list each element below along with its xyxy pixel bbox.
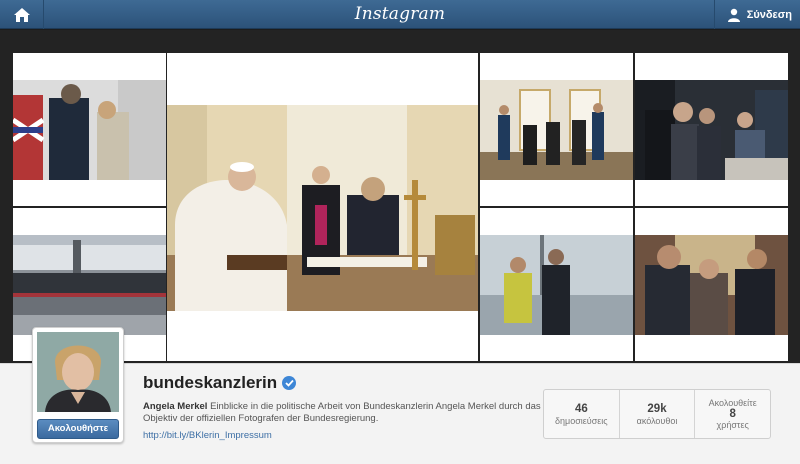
posts-stat[interactable]: 46 δημοσιεύσεις bbox=[544, 390, 620, 438]
username-text: bundeskanzlerin bbox=[143, 373, 278, 392]
avatar bbox=[37, 332, 119, 412]
photo-tile-2[interactable] bbox=[167, 53, 478, 361]
photo-tile-1[interactable] bbox=[13, 53, 166, 206]
photo-tile-4[interactable] bbox=[635, 53, 788, 206]
followers-stat[interactable]: 29k ακόλουθοι bbox=[620, 390, 696, 438]
followers-count: 29k bbox=[647, 402, 667, 415]
profile-bio: Angela Merkel Einblicke in die politisch… bbox=[143, 401, 543, 425]
following-stat[interactable]: Ακολουθείτε 8 χρήστες bbox=[695, 390, 770, 438]
profile-link[interactable]: http://bit.ly/BKlerin_Impressum bbox=[143, 430, 272, 441]
followers-label: ακόλουθοι bbox=[636, 415, 678, 426]
photo-tile-3[interactable] bbox=[480, 53, 633, 206]
photo-tile-7[interactable] bbox=[635, 208, 788, 361]
instagram-logo[interactable]: Instagram bbox=[0, 4, 800, 24]
following-count: 8 bbox=[729, 408, 736, 420]
top-navigation-bar: Instagram Σύνδεση bbox=[0, 0, 800, 29]
user-icon bbox=[727, 8, 740, 22]
login-button[interactable]: Σύνδεση bbox=[713, 0, 800, 29]
following-unit: χρήστες bbox=[716, 420, 749, 430]
follow-button[interactable]: Ακολουθήστε bbox=[37, 419, 119, 439]
following-label: Ακολουθείτε bbox=[708, 398, 757, 408]
profile-avatar-card: Ακολουθήστε bbox=[32, 327, 124, 443]
photo-tile-6[interactable] bbox=[480, 208, 633, 361]
profile-stats: 46 δημοσιεύσεις 29k ακόλουθοι Ακολουθείτ… bbox=[543, 389, 771, 439]
login-label: Σύνδεση bbox=[746, 8, 792, 21]
verified-badge-icon bbox=[282, 376, 297, 390]
posts-count: 46 bbox=[574, 402, 588, 415]
full-name: Angela Merkel bbox=[143, 401, 208, 412]
posts-label: δημοσιεύσεις bbox=[555, 415, 608, 426]
profile-username: bundeskanzlerin bbox=[143, 373, 297, 393]
